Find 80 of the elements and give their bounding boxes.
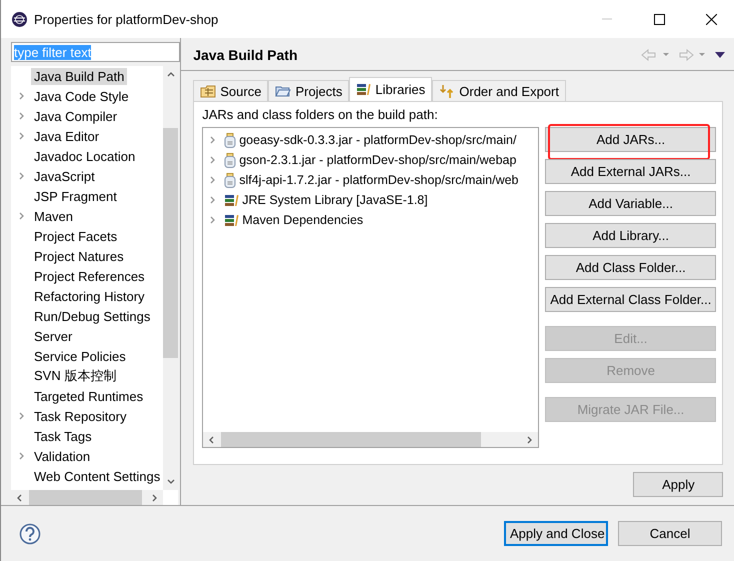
dialog-button[interactable]: Apply and Close <box>504 521 608 546</box>
expand-icon[interactable] <box>208 216 216 224</box>
scroll-left-icon[interactable] <box>208 436 216 444</box>
books-icon <box>224 194 240 206</box>
action-button[interactable]: Add Library... <box>545 223 716 248</box>
expand-icon[interactable] <box>17 172 25 180</box>
scroll-right-icon[interactable] <box>150 494 158 502</box>
back-arrow-icon[interactable] <box>641 48 672 60</box>
tree-item[interactable]: Java Build Path <box>31 68 128 84</box>
tab[interactable]: Order and Export <box>432 80 566 101</box>
scroll-right-icon[interactable] <box>525 436 534 444</box>
tree-item[interactable]: Project Natures <box>31 248 127 264</box>
tree-item[interactable]: Project Facets <box>31 228 120 244</box>
books-icon <box>224 214 240 226</box>
folder-icon <box>200 84 216 98</box>
expand-icon[interactable] <box>17 412 25 420</box>
tree-item[interactable]: JSP Fragment <box>31 188 120 204</box>
open-folder-icon <box>275 84 292 98</box>
horizontal-scrollbar[interactable] <box>11 490 164 505</box>
tree-item[interactable]: SVN 版本控制 <box>31 366 120 386</box>
library-entry[interactable]: slf4j-api-1.7.2.jar - platformDev-shop/src/main/web <box>239 173 519 187</box>
expand-icon[interactable] <box>208 136 216 144</box>
scrollbar-thumb[interactable] <box>163 128 178 358</box>
scroll-up-icon[interactable] <box>166 71 175 79</box>
apply-button[interactable]: Apply <box>633 472 724 497</box>
action-button[interactable]: Add Variable... <box>545 191 716 216</box>
tree-item[interactable]: Run/Debug Settings <box>31 308 154 324</box>
tree-item[interactable]: Maven <box>31 208 76 224</box>
tab[interactable]: Projects <box>268 80 350 101</box>
app-logo-icon <box>11 10 28 28</box>
maximize-icon[interactable] <box>654 14 664 24</box>
action-button[interactable]: Add External JARs... <box>545 159 716 184</box>
tree-item[interactable]: Targeted Runtimes <box>31 388 146 404</box>
vertical-scrollbar[interactable] <box>163 66 178 490</box>
tree-item[interactable]: Service Policies <box>31 348 129 364</box>
tree-item[interactable]: Javadoc Location <box>31 148 138 164</box>
tree-item[interactable]: Web Content Settings <box>31 468 164 484</box>
library-entry[interactable]: Maven Dependencies <box>242 213 364 227</box>
tree-item[interactable]: Java Code Style <box>31 88 132 104</box>
action-button[interactable]: Add External Class Folder... <box>545 287 716 312</box>
tree-item[interactable]: Validation <box>31 448 94 464</box>
action-button[interactable]: Add JARs... <box>545 127 716 152</box>
expand-icon[interactable] <box>17 212 25 220</box>
tree-item[interactable]: Task Repository <box>31 408 130 424</box>
tree-item[interactable]: Refactoring History <box>31 288 148 304</box>
jar-icon <box>224 152 236 168</box>
menu-caret-icon[interactable] <box>715 52 726 58</box>
jar-icon <box>224 172 236 188</box>
window-title: Properties for platformDev-shop <box>34 12 220 26</box>
expand-icon[interactable] <box>17 132 25 140</box>
expand-icon[interactable] <box>17 92 25 100</box>
dialog-button[interactable]: Cancel <box>618 521 722 546</box>
tree-item[interactable]: Project References <box>31 268 148 284</box>
scroll-down-icon[interactable] <box>166 477 175 485</box>
library-entry[interactable]: gson-2.3.1.jar - platformDev-shop/src/main/webap <box>239 153 516 167</box>
tree-item[interactable]: Java Compiler <box>31 108 120 124</box>
tree-item[interactable]: Java Editor <box>31 128 102 144</box>
library-entry[interactable]: JRE System Library [JavaSE-1.8] <box>242 193 428 207</box>
tree-item[interactable]: Task Tags <box>31 428 95 444</box>
expand-icon[interactable] <box>17 452 25 460</box>
up-down-arrows-icon <box>439 84 456 98</box>
expand-icon[interactable] <box>208 156 216 164</box>
action-button[interactable]: Add Class Folder... <box>545 255 716 280</box>
tab[interactable]: Libraries <box>349 77 432 101</box>
scroll-left-icon[interactable] <box>16 494 24 502</box>
tab[interactable]: Source <box>193 80 268 101</box>
close-icon[interactable] <box>706 14 716 24</box>
tree-item[interactable]: Server <box>31 328 76 344</box>
expand-icon[interactable] <box>208 196 216 204</box>
jar-icon <box>224 132 236 148</box>
page-title: Java Build Path <box>193 46 298 62</box>
books-icon <box>356 83 372 96</box>
library-entry[interactable]: goeasy-sdk-0.3.3.jar - platformDev-shop/src/main/ <box>239 133 516 147</box>
expand-icon[interactable] <box>208 176 216 184</box>
horizontal-scrollbar[interactable] <box>203 432 538 447</box>
tree-item[interactable]: JavaScript <box>31 168 98 184</box>
caption: JARs and class folders on the build path: <box>202 107 439 122</box>
minimize-icon[interactable] <box>602 18 612 20</box>
expand-icon[interactable] <box>17 112 25 120</box>
help-icon[interactable] <box>19 522 41 544</box>
